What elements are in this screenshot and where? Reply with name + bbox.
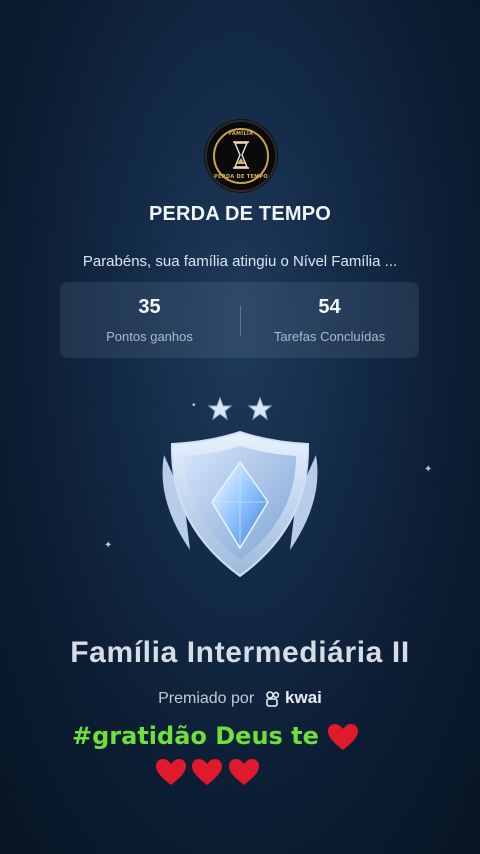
tasks-stat: 54 Tarefas Concluídas (240, 296, 419, 344)
congrats-message: Parabéns, sua família atingiu o Nível Fa… (82, 253, 398, 270)
tasks-label: Tarefas Concluídas (273, 329, 386, 344)
family-logo: FAMÍLIA PERDA DE TEMPO (205, 120, 277, 192)
stats-panel: 35 Pontos ganhos 54 Tarefas Concluídas (60, 282, 419, 358)
star-icon (247, 396, 273, 421)
points-stat: 35 Pontos ganhos (60, 296, 239, 344)
caption-text: #gratidão Deus te (72, 722, 359, 751)
caption-label: #gratidão Deus te (72, 722, 319, 750)
star-icon (207, 396, 233, 421)
logo-bottom-text: PERDA DE TEMPO (214, 174, 268, 180)
heart-icon (228, 759, 259, 785)
hourglass-icon (233, 141, 249, 169)
award-prefix: Premiado por (158, 690, 255, 707)
hearts-row (155, 758, 260, 786)
sparkle-icon: ✦ (104, 540, 113, 551)
tasks-value: 54 (318, 296, 341, 318)
points-label: Pontos ganhos (106, 329, 193, 344)
heart-icon (328, 724, 359, 750)
heart-icon (192, 759, 223, 785)
points-value: 35 (138, 296, 161, 318)
heart-icon (156, 759, 186, 785)
group-name: PERDA DE TEMPO (148, 203, 332, 225)
logo-top-text: FAMÍLIA (228, 131, 254, 137)
kwai-logo-icon (265, 690, 279, 707)
sparkle-icon: ✦ (424, 464, 433, 475)
kwai-brand: kwai (285, 688, 322, 707)
award-line: Premiado por kwai (0, 688, 480, 708)
level-name: Família Intermediária II (70, 636, 410, 669)
shield-diamond-icon (162, 396, 318, 578)
